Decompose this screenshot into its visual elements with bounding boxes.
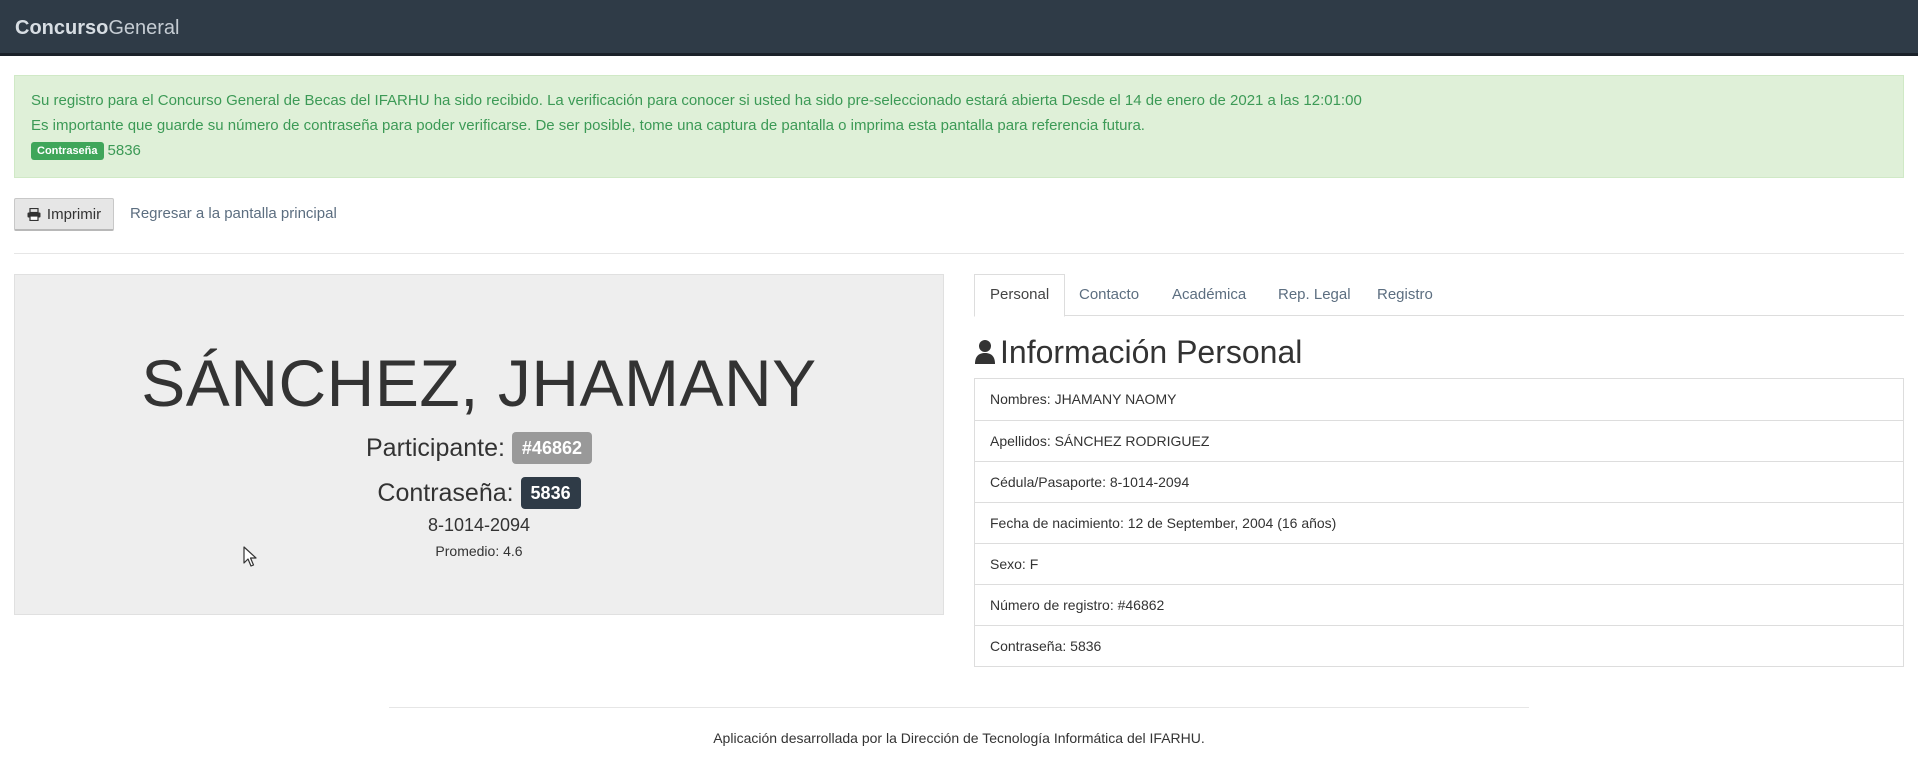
printer-icon — [27, 207, 41, 221]
personal-info-list: Nombres: JHAMANY NAOMY Apellidos: SÁNCHE… — [974, 378, 1904, 667]
participant-number-badge: #46862 — [511, 432, 592, 464]
print-button-label: Imprimir — [46, 205, 102, 223]
tab-bar: Personal Contacto Académica Rep. Legal R… — [974, 274, 1904, 317]
list-item-contrasena: Contraseña: 5836 — [975, 625, 1903, 666]
brand-link[interactable]: ConcursoGeneral — [15, 16, 180, 40]
list-item-cedula: Cédula/Pasaporte: 8-1014-2094 — [975, 461, 1903, 502]
list-item-nombres: Nombres: JHAMANY NAOMY — [990, 391, 1177, 407]
participant-row: Participante: #46862 — [15, 430, 943, 466]
tab-academica[interactable]: Académica — [1157, 274, 1261, 316]
password-label-badge: Contraseña — [31, 142, 104, 160]
footer-text: Aplicación desarrollada por la Dirección… — [713, 730, 1205, 746]
list-item-apellidos: Apellidos: SÁNCHEZ RODRIGUEZ — [975, 420, 1903, 461]
tab-registro[interactable]: Registro — [1362, 274, 1448, 316]
cedula: 8-1014-2094 — [427, 515, 531, 535]
divider — [14, 253, 1904, 254]
success-alert: Su registro para el Concurso General de … — [14, 75, 1904, 178]
mouse-cursor-icon — [243, 546, 257, 567]
footer-divider — [389, 707, 1529, 708]
password-label: Contraseña: — [377, 479, 514, 507]
alert-line-2: Es importante que guarde su número de co… — [31, 117, 1145, 134]
participant-label: Participante: — [366, 434, 505, 462]
participant-card: SÁNCHEZ, JHAMANY Participante: #46862 Co… — [14, 274, 944, 615]
password-row: Contraseña: 5836 — [15, 475, 943, 511]
list-item-fecha-nacimiento: Fecha de nacimiento: 12 de September, 20… — [975, 502, 1903, 543]
alert-line-1: Su registro para el Concurso General de … — [31, 92, 1362, 109]
promedio: Promedio: 4.6 — [435, 543, 523, 559]
brand-light: General — [108, 17, 180, 39]
alert-password-value: 5836 — [107, 142, 141, 159]
password-badge: 5836 — [520, 477, 581, 509]
alert-password-line: Contraseña 5836 — [31, 141, 141, 161]
back-to-main-link[interactable]: Regresar a la pantalla principal — [130, 204, 337, 224]
navbar: ConcursoGeneral — [0, 0, 1918, 56]
participant-name: SÁNCHEZ, JHAMANY — [141, 346, 817, 420]
tab-contacto[interactable]: Contacto — [1064, 274, 1154, 316]
brand-bold: Concurso — [15, 17, 109, 39]
tab-personal[interactable]: Personal — [974, 274, 1066, 317]
print-button[interactable]: Imprimir — [14, 198, 114, 231]
section-title-text: Información Personal — [1000, 334, 1303, 370]
list-item-numero-registro: Número de registro: #46862 — [975, 584, 1903, 625]
tab-rep-legal[interactable]: Rep. Legal — [1263, 274, 1366, 316]
user-icon — [975, 340, 995, 364]
list-item-sexo: Sexo: F — [975, 543, 1903, 584]
section-title: Información Personal — [974, 332, 1302, 372]
